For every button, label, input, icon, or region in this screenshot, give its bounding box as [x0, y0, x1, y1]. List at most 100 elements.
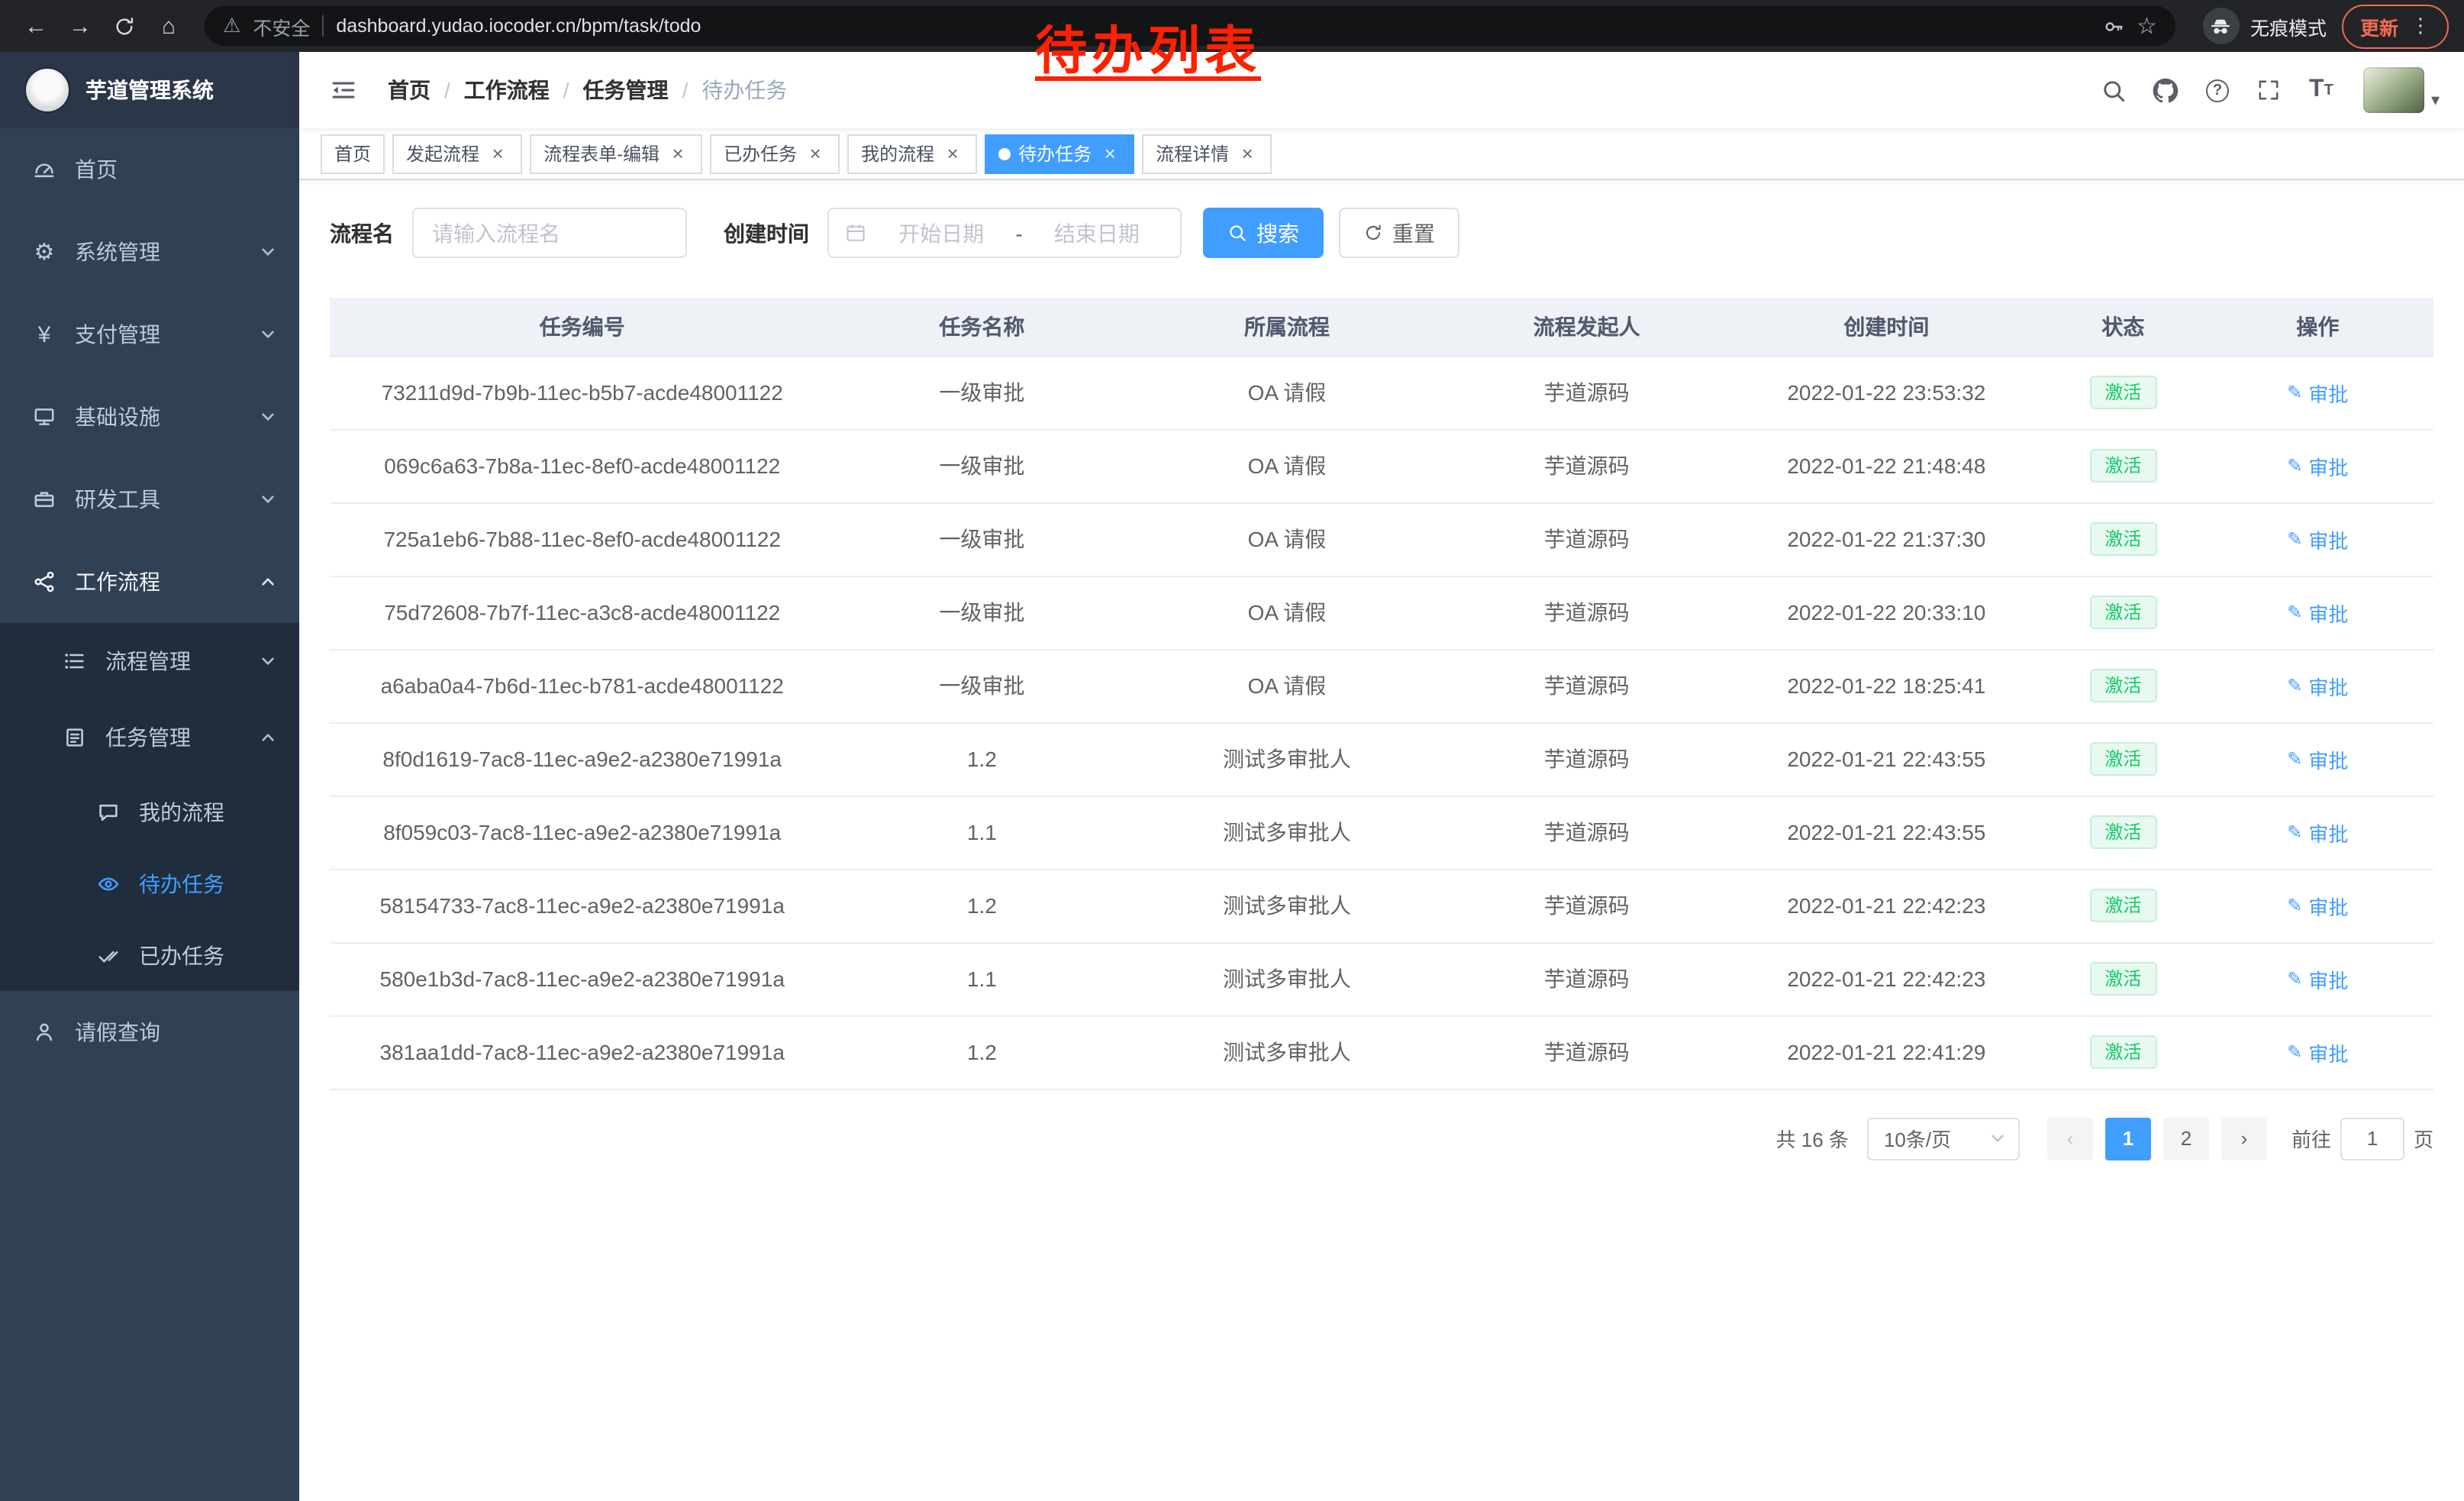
cell-status: 激活 [2044, 869, 2202, 942]
sidebar-item-workflow[interactable]: 工作流程 [0, 541, 299, 623]
tab-close-icon[interactable]: × [1237, 143, 1258, 164]
font-size-icon[interactable]: TT [2300, 67, 2343, 113]
update-label: 更新 [2360, 11, 2398, 40]
goto-page-input[interactable] [2340, 1117, 2404, 1160]
sidebar-item-leave-query[interactable]: 请假查询 [0, 991, 299, 1073]
home-icon[interactable]: ⌂ [148, 5, 189, 47]
approve-button[interactable]: ✎审批 [2287, 1038, 2348, 1067]
cell-process: OA 请假 [1129, 429, 1444, 502]
approve-button[interactable]: ✎ 审批 [2287, 525, 2348, 554]
approve-button[interactable]: ✎审批 [2287, 671, 2348, 700]
select-caret-icon [1989, 1130, 2006, 1147]
tab-close-icon[interactable]: × [805, 143, 826, 164]
url-text: dashboard.yudao.iocoder.cn/bpm/task/todo [336, 15, 701, 37]
approve-button[interactable]: ✎审批 [2287, 891, 2348, 920]
page-button-2[interactable]: 2 [2163, 1117, 2209, 1160]
bookmark-star-icon[interactable]: ☆ [2137, 12, 2157, 40]
cell-action: ✎审批 [2202, 649, 2433, 722]
sidebar-item-todo-task[interactable]: 待办任务 [0, 847, 299, 919]
sidebar-item-devtools[interactable]: 研发工具 [0, 458, 299, 541]
prev-page-button[interactable]: ‹ [2047, 1117, 2093, 1160]
tab-form-edit[interactable]: 流程表单-编辑× [530, 134, 702, 173]
tab-launch-process[interactable]: 发起流程× [392, 134, 522, 173]
update-button[interactable]: 更新 ⋮ [2342, 4, 2449, 48]
edit-icon: ✎ [2287, 528, 2302, 550]
user-avatar-image[interactable] [2364, 67, 2425, 113]
breadcrumb-item[interactable]: 工作流程 [464, 75, 550, 105]
tab-process-detail[interactable]: 流程详情× [1142, 134, 1272, 173]
sidebar-item-home[interactable]: 首页 [0, 128, 299, 211]
cell-action: ✎审批 [2202, 1015, 2433, 1089]
github-icon[interactable] [2144, 67, 2187, 113]
sidebar-item-infrastructure[interactable]: 基础设施 [0, 376, 299, 458]
filter-bar: 流程名 创建时间 开始日期 - 结束日期 搜索 重 [330, 208, 2433, 258]
sidebar-item-payment[interactable]: ¥支付管理 [0, 293, 299, 376]
tab-home[interactable]: 首页 [321, 134, 385, 173]
breadcrumb-separator: / [563, 78, 569, 102]
back-icon[interactable]: ← [15, 5, 56, 47]
cell-task-name: 一级审批 [834, 429, 1129, 502]
chevron-down-icon [260, 408, 276, 425]
next-page-button[interactable]: › [2221, 1117, 2267, 1160]
approve-button[interactable]: ✎审批 [2287, 744, 2348, 773]
chat-icon [95, 798, 122, 825]
column-header: 创建时间 [1729, 298, 2044, 356]
reset-icon [1363, 223, 1383, 243]
cell-task-name: 一级审批 [834, 502, 1129, 576]
cell-process: OA 请假 [1129, 502, 1444, 576]
search-icon[interactable] [2092, 67, 2135, 113]
tab-todo-task[interactable]: 待办任务 × [985, 134, 1134, 173]
approve-button[interactable]: ✎审批 [2287, 964, 2348, 993]
sidebar-item-task-mgmt[interactable]: 任务管理 [0, 699, 299, 776]
cell-starter: 芋道源码 [1445, 942, 1729, 1015]
tab-label: 我的流程 [861, 140, 934, 166]
password-key-icon[interactable] [2101, 15, 2124, 37]
sidebar-item-done-task[interactable]: 已办任务 [0, 919, 299, 991]
pagination: 共 16 条 10条/页 ‹ 12 › 前往 页 [330, 1117, 2433, 1190]
cell-created: 2022-01-22 21:37:30 [1729, 502, 2044, 576]
breadcrumb-item[interactable]: 任务管理 [583, 75, 669, 105]
tab-close-icon[interactable]: × [667, 143, 689, 164]
edit-icon: ✎ [2287, 968, 2302, 989]
sidebar-item-label: 任务管理 [105, 722, 191, 753]
date-range-picker[interactable]: 开始日期 - 结束日期 [827, 208, 1182, 258]
approve-button[interactable]: ✎审批 [2287, 378, 2348, 407]
cell-task-name: 一级审批 [834, 649, 1129, 722]
tab-close-icon[interactable]: × [1099, 143, 1121, 164]
tab-my-process[interactable]: 我的流程 × [847, 134, 977, 173]
browser-chrome: ← → ⌂ ⚠ 不安全 dashboard.yudao.iocoder.cn/b… [0, 0, 2464, 52]
page-button-1[interactable]: 1 [2105, 1117, 2151, 1160]
approve-button[interactable]: ✎审批 [2287, 818, 2348, 847]
sidebar-item-my-process[interactable]: 我的流程 [0, 776, 299, 847]
tab-close-icon[interactable]: × [942, 143, 963, 164]
tab-label: 首页 [334, 140, 371, 166]
table-row: 73211d9d-7b9b-11ec-b5b7-acde48001122一级审批… [330, 356, 2433, 429]
approve-label: 审批 [2308, 525, 2348, 554]
sidebar-item-system[interactable]: ⚙系统管理 [0, 211, 299, 293]
approve-label: 审批 [2308, 598, 2348, 627]
tab-done-task[interactable]: 已办任务× [710, 134, 840, 173]
fullscreen-icon[interactable] [2248, 67, 2291, 113]
approve-button[interactable]: ✎审批 [2287, 451, 2348, 480]
reload-icon[interactable] [104, 5, 145, 47]
sidebar-collapse-icon[interactable] [324, 76, 363, 104]
edit-icon: ✎ [2287, 895, 2302, 916]
sidebar-item-process-mgmt[interactable]: 流程管理 [0, 623, 299, 699]
cell-task-id: 8f059c03-7ac8-11ec-a9e2-a2380e71991a [330, 796, 834, 869]
forward-icon[interactable]: → [60, 5, 101, 47]
navbar-actions: ? TT ▾ [2092, 67, 2440, 113]
approve-button[interactable]: ✎审批 [2287, 598, 2348, 627]
edit-icon: ✎ [2287, 455, 2302, 476]
search-button[interactable]: 搜索 [1203, 208, 1324, 258]
reset-button[interactable]: 重置 [1339, 208, 1459, 258]
process-name-input[interactable] [412, 208, 687, 258]
breadcrumb-item[interactable]: 首页 [388, 75, 431, 105]
cell-task-id: a6aba0a4-7b6d-11ec-b781-acde48001122 [330, 649, 834, 722]
eye-icon [95, 870, 122, 897]
help-icon[interactable]: ? [2196, 67, 2239, 113]
browser-menu-icon[interactable]: ⋮ [2411, 14, 2430, 38]
tab-close-icon[interactable]: × [487, 143, 508, 164]
page-size-select[interactable]: 10条/页 [1867, 1117, 2020, 1160]
tab-label: 待办任务 [1018, 140, 1092, 166]
user-menu[interactable]: ▾ [2364, 67, 2440, 113]
